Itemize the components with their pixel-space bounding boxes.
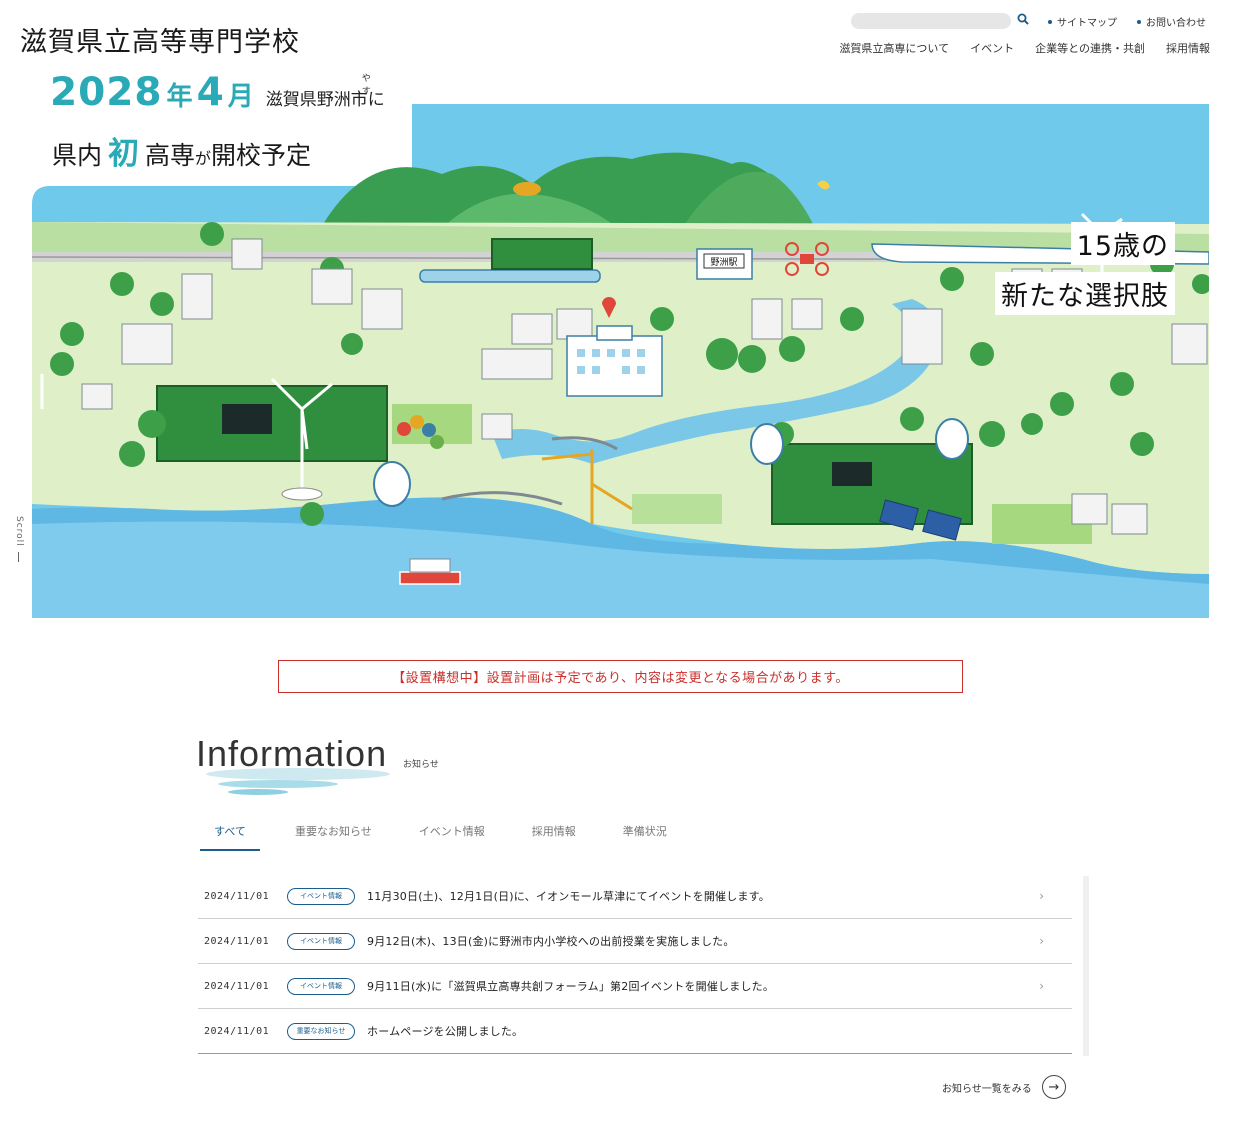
main-nav: 滋賀県立高専について イベント 企業等との連携・共創 採用情報: [839, 40, 1210, 56]
bullet-icon: [1137, 19, 1141, 24]
sitemap-label: サイトマップ: [1057, 18, 1117, 29]
hero-headline-opening: 県内 初 高専 が 開校予定: [50, 128, 314, 173]
hero-line2-suffix: 開校予定: [211, 141, 312, 170]
nav-item-collaboration[interactable]: 企業等との連携・共創: [1035, 40, 1145, 56]
news-category-badge: イベント情報: [287, 977, 355, 995]
tab-all[interactable]: すべて: [200, 820, 260, 851]
tab-preparation[interactable]: 準備状況: [623, 820, 667, 851]
tab-recruit[interactable]: 採用情報: [532, 820, 576, 851]
station-sign: 野洲駅: [710, 257, 737, 268]
hero-month-suffix: 月: [227, 82, 254, 112]
notice-banner: 【設置構想中】設置計画は予定であり、内容は変更となる場合があります。: [278, 660, 963, 693]
hero-headline-date: 2028 年 4 月 やす 滋賀県野洲市に: [50, 70, 385, 115]
news-item[interactable]: 2024/11/01 イベント情報 11月30日(土)、12月1日(日)に、イオ…: [198, 874, 1072, 919]
news-date: 2024/11/01: [204, 935, 270, 947]
hero-month: 4: [196, 70, 224, 115]
sitemap-link[interactable]: サイトマップ: [1048, 14, 1117, 29]
news-category-badge: イベント情報: [287, 887, 355, 905]
scroll-indicator: Scroll: [14, 516, 24, 547]
tab-important[interactable]: 重要なお知らせ: [295, 820, 372, 851]
news-more-link[interactable]: お知らせ一覧をみる →: [942, 1075, 1066, 1099]
news-title: ホームページを公開しました。: [367, 1025, 524, 1038]
news-item[interactable]: 2024/11/01 重要なお知らせ ホームページを公開しました。: [198, 1009, 1072, 1054]
chevron-right-icon: ›: [1039, 934, 1044, 948]
hero-line2-mid: 高専: [145, 141, 196, 170]
news-category-badge: 重要なお知らせ: [287, 1022, 355, 1040]
hero-tag-age: 15歳の: [1070, 222, 1175, 265]
contact-label: お問い合わせ: [1146, 18, 1206, 29]
hero-illustration: 野洲駅 15歳の 新たな選択肢: [32, 104, 1209, 618]
news-title: 9月11日(水)に「滋賀県立高専共創フォーラム」第2回イベントを開催しました。: [367, 980, 775, 993]
bullet-icon: [1048, 19, 1052, 24]
news-date: 2024/11/01: [204, 980, 270, 992]
information-title: Information: [196, 733, 388, 774]
scroll-indicator-line: [18, 552, 19, 562]
arrow-right-icon: →: [1041, 1075, 1066, 1099]
chevron-right-icon: ›: [1039, 889, 1044, 903]
hero-ruby: やす: [361, 74, 385, 97]
hero-location: やす 滋賀県野洲市に: [266, 74, 385, 110]
information-subtitle: お知らせ: [403, 760, 439, 770]
hero-year-suffix: 年: [166, 82, 193, 112]
nav-item-recruit[interactable]: 採用情報: [1166, 40, 1210, 56]
search-icon[interactable]: [1016, 12, 1030, 26]
search-input[interactable]: [851, 13, 1011, 29]
hero-year: 2028: [50, 70, 163, 115]
site-title[interactable]: 滋賀県立高等専門学校: [20, 20, 300, 59]
nav-item-about[interactable]: 滋賀県立高専について: [839, 40, 949, 56]
contact-link[interactable]: お問い合わせ: [1137, 14, 1206, 29]
chevron-right-icon: ›: [1039, 979, 1044, 993]
hero-line2-highlight: 初: [108, 136, 140, 172]
news-title: 9月12日(木)、13日(金)に野洲市内小学校への出前授業を実施しました。: [367, 935, 735, 948]
information-tabs: すべて 重要なお知らせ イベント情報 採用情報 準備状況: [200, 820, 667, 851]
news-list: 2024/11/01 イベント情報 11月30日(土)、12月1日(日)に、イオ…: [198, 874, 1072, 1054]
town-map-illustration: 野洲駅: [32, 104, 1209, 618]
news-scrollbar[interactable]: [1083, 876, 1089, 1056]
hero-line2-small: が: [195, 149, 212, 168]
news-title: 11月30日(土)、12月1日(日)に、イオンモール草津にてイベントを開催します…: [367, 890, 770, 903]
news-more-label: お知らせ一覧をみる: [942, 1083, 1032, 1095]
hero-tag-choice: 新たな選択肢: [995, 272, 1175, 315]
news-item[interactable]: 2024/11/01 イベント情報 9月11日(水)に「滋賀県立高専共創フォーラ…: [198, 964, 1072, 1009]
news-item[interactable]: 2024/11/01 イベント情報 9月12日(木)、13日(金)に野洲市内小学…: [198, 919, 1072, 964]
tab-events[interactable]: イベント情報: [419, 820, 485, 851]
hero-line2-prefix: 県内: [52, 141, 103, 170]
news-date: 2024/11/01: [204, 1025, 270, 1037]
nav-item-events[interactable]: イベント: [970, 40, 1014, 56]
news-date: 2024/11/01: [204, 890, 270, 902]
news-category-badge: イベント情報: [287, 932, 355, 950]
